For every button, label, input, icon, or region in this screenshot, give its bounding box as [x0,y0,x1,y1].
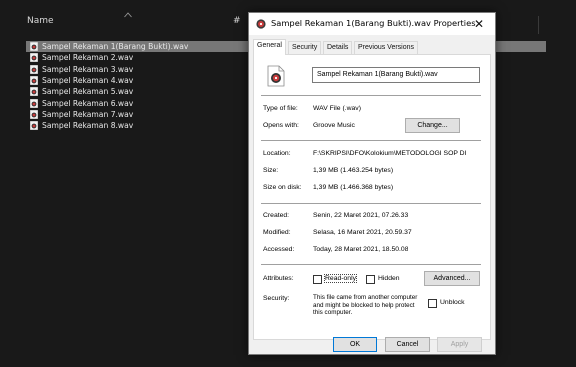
dialog-title: Sampel Rekaman 1(Barang Bukti).wav Prope… [271,18,476,28]
file-name: Sampel Rekaman 8.wav [42,121,134,131]
wav-file-icon [30,53,38,63]
separator [261,140,481,141]
wav-file-icon [256,19,266,29]
column-divider[interactable] [538,16,539,34]
column-name[interactable]: Name [27,16,54,26]
close-button[interactable]: ✕ [463,13,495,35]
security-message: This file came from another computer and… [313,294,418,317]
file-name: Sampel Rekaman 4.wav [42,76,134,86]
tab-previous-versions[interactable]: Previous Versions [354,41,419,54]
tab-general[interactable]: General [253,39,286,55]
opens-label: Opens with: [263,122,299,129]
hidden-label[interactable]: Hidden [378,275,400,282]
readonly-checkbox[interactable] [313,275,322,284]
general-panel: Sampel Rekaman 1(Barang Bukti).wav Type … [253,54,491,340]
properties-dialog: Sampel Rekaman 1(Barang Bukti).wav Prope… [248,12,496,355]
tab-bar: General Security Details Previous Versio… [253,39,491,55]
location-label: Location: [263,150,291,157]
tab-security[interactable]: Security [288,41,322,54]
advanced-button[interactable]: Advanced... [424,271,480,286]
dialog-titlebar[interactable]: Sampel Rekaman 1(Barang Bukti).wav Prope… [249,13,495,35]
file-name: Sampel Rekaman 5.wav [42,87,134,97]
accessed-label: Accessed: [263,246,295,253]
unblock-label[interactable]: Unblock [440,299,465,306]
opens-value: Groove Music [313,122,355,129]
created-label: Created: [263,212,290,219]
type-value: WAV File (.wav) [313,105,361,112]
separator [261,264,481,265]
location-value: F:\SKRIPSI\DFO\Kolokium\METODOLOGI SOP D… [313,150,467,157]
file-name: Sampel Rekaman 6.wav [42,98,134,108]
file-name: Sampel Rekaman 7.wav [42,109,134,119]
wav-file-icon [267,65,285,87]
attributes-label: Attributes: [263,275,294,282]
wav-file-icon [30,98,38,108]
security-label: Security: [263,295,290,302]
unblock-checkbox[interactable] [428,299,437,308]
size-label: Size: [263,167,279,174]
size-on-disk-label: Size on disk: [263,184,302,191]
tab-details[interactable]: Details [323,41,353,54]
file-name: Sampel Rekaman 2.wav [42,53,134,63]
cancel-button[interactable]: Cancel [385,337,430,352]
sort-ascending-icon [124,12,132,18]
close-icon: ✕ [473,17,485,31]
apply-button: Apply [437,337,482,352]
hidden-checkbox[interactable] [366,275,375,284]
size-value: 1,39 MB (1.463.254 bytes) [313,167,394,174]
wav-file-icon [30,87,38,97]
file-name-input[interactable]: Sampel Rekaman 1(Barang Bukti).wav [312,67,480,83]
ok-button[interactable]: OK [333,337,377,352]
readonly-label[interactable]: Read-only [324,274,357,283]
column-number[interactable]: # [233,16,241,26]
wav-file-icon [30,121,38,131]
wav-file-icon [30,42,38,52]
wav-file-icon [30,64,38,74]
modified-value: Selasa, 16 Maret 2021, 20.59.37 [313,229,412,236]
wav-file-icon [30,76,38,85]
created-value: Senin, 22 Maret 2021, 07.26.33 [313,212,409,219]
separator [261,203,481,204]
file-name: Sampel Rekaman 1(Barang Bukti).wav [42,42,189,52]
type-label: Type of file: [263,105,298,112]
file-name: Sampel Rekaman 3.wav [42,64,134,74]
modified-label: Modified: [263,229,291,236]
size-on-disk-value: 1,39 MB (1.466.368 bytes) [313,184,394,191]
wav-file-icon [30,110,38,119]
accessed-value: Today, 28 Maret 2021, 18.50.08 [313,246,409,253]
separator [261,95,481,96]
dialog-buttons: OK Cancel Apply [249,335,495,355]
change-button[interactable]: Change... [405,118,460,133]
